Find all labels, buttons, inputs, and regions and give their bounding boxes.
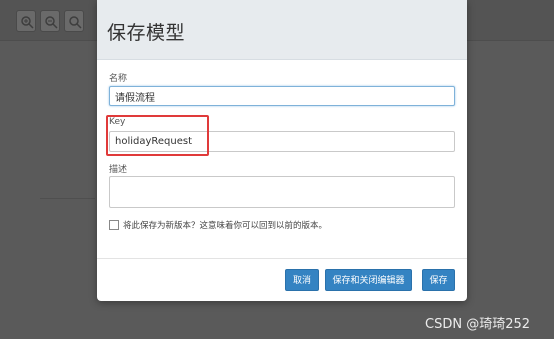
save-and-close-button[interactable]: 保存和关闭编辑器 — [325, 269, 412, 291]
save-button[interactable]: 保存 — [422, 269, 455, 291]
cancel-button[interactable]: 取消 — [285, 269, 319, 291]
dialog-title: 保存模型 — [107, 22, 186, 44]
footer-divider — [97, 258, 467, 259]
key-highlight-annotation — [106, 115, 209, 156]
watermark: CSDN @琦琦252 — [425, 317, 531, 332]
canvas-flow-line — [40, 198, 95, 199]
name-label: 名称 — [109, 74, 128, 84]
new-version-row[interactable]: 将此保存为新版本？这意味着你可以回到以前的版本。 — [109, 218, 327, 232]
dialog-header: 保存模型 — [97, 0, 467, 60]
zoom-out-icon[interactable] — [40, 10, 60, 32]
description-field[interactable] — [109, 176, 455, 208]
zoom-in-icon[interactable] — [16, 10, 36, 32]
save-model-dialog: 保存模型 名称 Key 描述 将此保存为新版本？这意味着你可以回到以前的版本。 … — [97, 0, 467, 301]
new-version-label: 将此保存为新版本？这意味着你可以回到以前的版本。 — [123, 221, 328, 231]
description-label: 描述 — [109, 165, 128, 175]
new-version-checkbox[interactable] — [109, 220, 119, 230]
name-field[interactable] — [109, 86, 455, 106]
zoom-actual-icon[interactable] — [64, 10, 84, 32]
